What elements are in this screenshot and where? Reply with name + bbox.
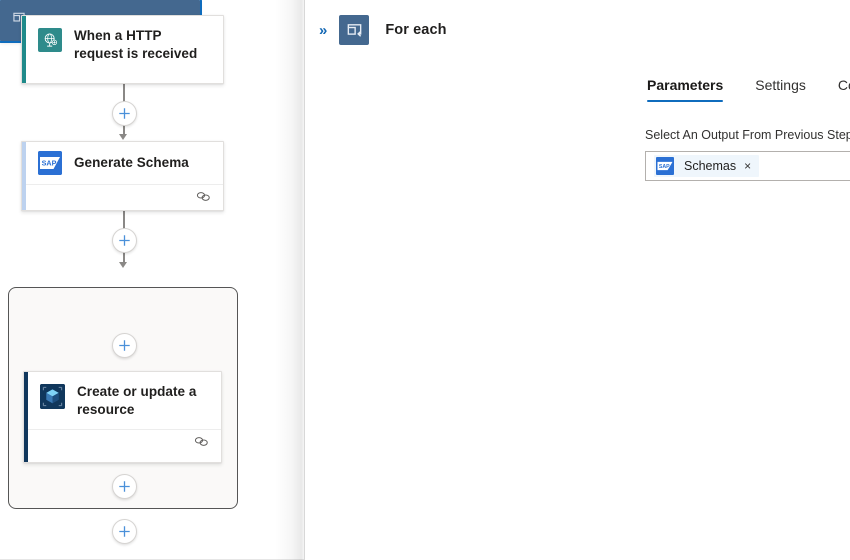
parameters-form: Select An Output From Previous Steps SAP… [305, 127, 850, 181]
node-header: When a HTTP request is received [22, 16, 223, 73]
azure-resource-cube-icon [40, 384, 65, 409]
tab-settings[interactable]: Settings [755, 77, 822, 102]
collapse-panel-button[interactable]: » [319, 23, 327, 38]
sap-icon: SAP [38, 151, 62, 175]
canvas-panel-shadow [275, 0, 305, 560]
node-title: Generate Schema [74, 154, 189, 172]
field-label-select-output: Select An Output From Previous Steps [645, 127, 850, 143]
resource-cube-glyph [40, 384, 65, 409]
select-output-input[interactable]: SAP Schemas × [645, 151, 850, 181]
globe-request-glyph [42, 32, 59, 49]
panel-tabs: Parameters Settings Code View About [305, 68, 850, 102]
node-footer [22, 184, 223, 211]
add-step-inside-foreach-top[interactable] [112, 333, 137, 358]
sap-logo-glyph: SAP [656, 157, 674, 175]
tabs-list: Parameters Settings Code View About [647, 77, 850, 102]
panel-header: » For each [305, 0, 850, 46]
field-row: SAP Schemas × ✕ [645, 151, 850, 181]
node-details-panel: » For each Parameters Settings Code View… [305, 0, 850, 560]
plus-icon [118, 525, 131, 538]
node-title: Create or update a resource [77, 383, 209, 419]
chain-link-icon[interactable] [196, 190, 211, 208]
node-title: When a HTTP request is received [74, 27, 211, 63]
chain-link-icon[interactable] [194, 435, 209, 453]
workflow-canvas[interactable]: When a HTTP request is received SAP Gene… [0, 0, 305, 560]
workflow-node-create-or-update-resource[interactable]: Create or update a resource [23, 371, 222, 463]
add-step-after-trigger[interactable] [112, 101, 137, 126]
http-request-icon [38, 28, 62, 52]
arrowhead-to-schema [119, 134, 127, 140]
plus-icon [118, 107, 131, 120]
plus-icon [118, 480, 131, 493]
node-accent-bar [24, 372, 28, 462]
panel-title: For each [385, 22, 446, 38]
add-step-inside-foreach-bottom[interactable] [112, 474, 137, 499]
node-accent-bar [22, 142, 26, 210]
for-each-loop-icon [339, 15, 369, 45]
sap-icon: SAP [656, 157, 674, 175]
for-each-loop-glyph [346, 22, 363, 39]
node-accent-bar [22, 16, 26, 83]
chain-link-glyph [194, 435, 209, 448]
plus-icon [118, 339, 131, 352]
node-header: SAP Generate Schema [22, 142, 223, 184]
node-header: Create or update a resource [24, 372, 221, 429]
svg-text:SAP: SAP [42, 159, 57, 168]
logic-app-designer: When a HTTP request is received SAP Gene… [0, 0, 850, 560]
workflow-node-http-trigger[interactable]: When a HTTP request is received [21, 15, 224, 84]
token-remove-button[interactable]: × [744, 160, 753, 172]
token-schemas[interactable]: SAP Schemas × [654, 155, 759, 177]
sap-logo-glyph: SAP [38, 151, 62, 175]
node-footer [24, 429, 221, 457]
canvas-panel-edge [304, 0, 305, 560]
tab-code-view[interactable]: Code View [838, 77, 850, 102]
plus-icon [118, 234, 131, 247]
arrowhead-to-foreach [119, 262, 127, 268]
add-step-after-generate-schema[interactable] [112, 228, 137, 253]
svg-text:SAP: SAP [659, 164, 670, 170]
tab-parameters[interactable]: Parameters [647, 77, 727, 102]
token-label: Schemas [684, 159, 736, 173]
add-step-after-foreach[interactable] [112, 519, 137, 544]
chain-link-glyph [196, 190, 211, 203]
workflow-node-generate-schema[interactable]: SAP Generate Schema [21, 141, 224, 211]
